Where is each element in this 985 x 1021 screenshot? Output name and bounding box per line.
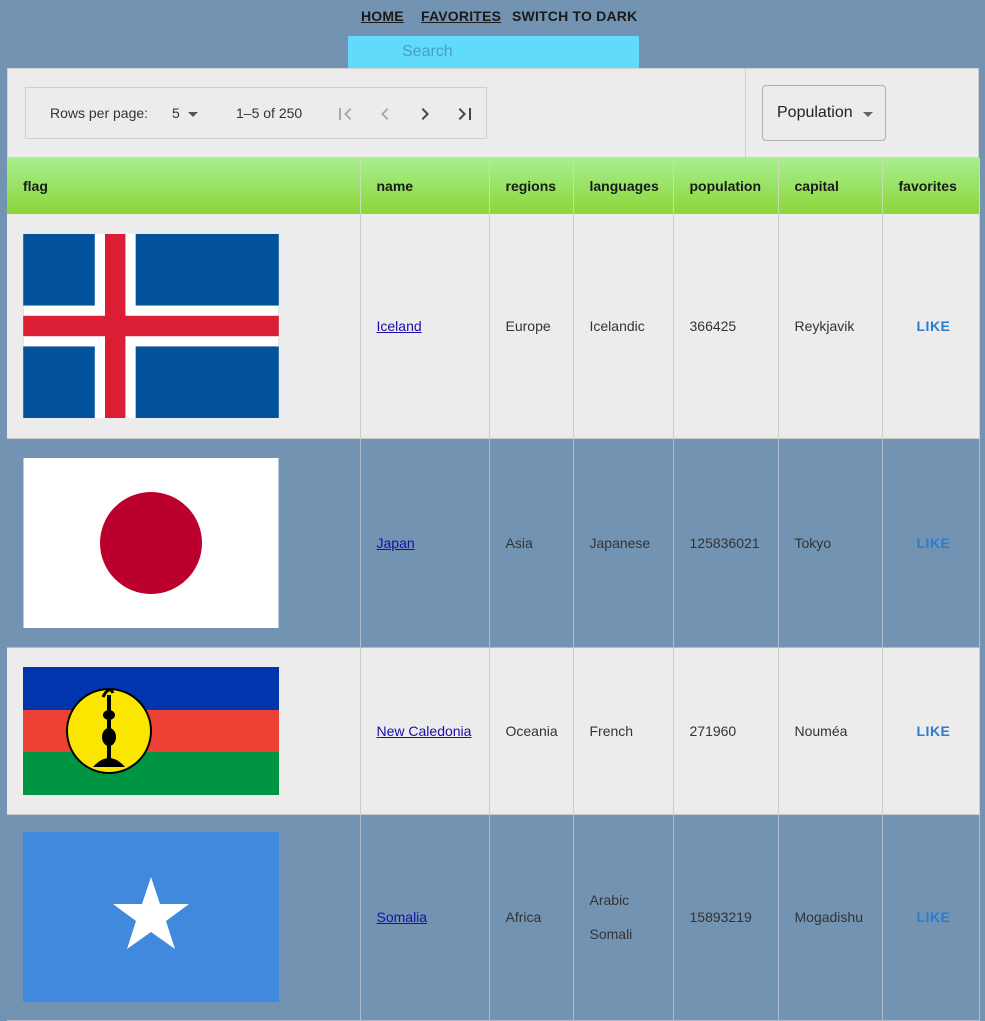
languages-cell: French [573,647,674,815]
toolbar-divider [745,69,746,157]
column-header-flag[interactable]: flag [7,158,361,214]
table-row: Iceland Europe Icelandic 366425 Reykjavi… [7,214,980,439]
new-caledonia-flag-icon [23,666,279,795]
population-cell: 15893219 [673,814,779,1021]
chevron-down-icon [863,112,873,117]
first-page-icon[interactable] [333,102,357,126]
japan-flag-icon [23,457,279,628]
iceland-flag-icon [23,233,279,418]
capital-cell: Nouméa [778,647,883,815]
table-row: Somalia Africa Arabic Somali 15893219 Mo… [7,814,980,1021]
top-nav: HOME FAVORITES SWITCH TO DARK [0,8,985,26]
table-toolbar: Rows per page: 5 1–5 of 250 Population [7,68,979,158]
column-header-regions[interactable]: regions [489,158,574,214]
language-item: French [589,722,634,739]
sort-select[interactable]: Population [762,85,886,141]
sort-select-value: Population [777,104,853,121]
chevron-down-icon[interactable] [188,112,198,117]
home-link[interactable]: HOME [361,8,404,24]
next-page-icon[interactable] [413,102,437,126]
column-header-favorites[interactable]: favorites [882,158,980,214]
capital-cell: Tokyo [778,438,883,648]
flag-cell [7,438,361,648]
name-cell: Somalia [360,814,490,1021]
name-cell: New Caledonia [360,647,490,815]
column-header-population[interactable]: population [673,158,779,214]
somalia-flag-icon [23,832,279,1002]
language-item: Arabic [589,892,630,908]
languages-cell: Icelandic [573,214,674,439]
search-input[interactable] [348,36,639,68]
favorites-link[interactable]: FAVORITES [421,8,501,24]
languages-cell: Arabic Somali [573,814,674,1021]
like-button[interactable]: LIKE [882,438,980,648]
country-link[interactable]: Somalia [377,909,428,925]
language-item: Japanese [589,534,651,551]
column-header-capital[interactable]: capital [778,158,883,214]
countries-table: flag name regions languages population c… [7,158,980,1021]
flag-cell [7,814,361,1021]
region-cell: Europe [489,214,574,439]
column-header-languages[interactable]: languages [573,158,674,214]
name-cell: Iceland [360,214,490,439]
last-page-icon[interactable] [453,102,477,126]
population-cell: 125836021 [673,438,779,648]
region-cell: Asia [489,438,574,648]
name-cell: Japan [360,438,490,648]
population-cell: 366425 [673,214,779,439]
country-link[interactable]: Iceland [377,318,422,334]
country-link[interactable]: Japan [377,535,415,551]
like-button[interactable]: LIKE [882,647,980,815]
rows-per-page-label: Rows per page: [50,105,149,121]
page-range: 1–5 of 250 [236,105,303,121]
country-link[interactable]: New Caledonia [377,723,472,739]
previous-page-icon[interactable] [373,102,397,126]
language-item: Somali [589,926,633,942]
language-item: Icelandic [589,317,645,334]
column-header-name[interactable]: name [360,158,490,214]
table-row: New Caledonia Oceania French 271960 Noum… [7,647,980,815]
table-header-row: flag name regions languages population c… [7,158,980,214]
like-button[interactable]: LIKE [882,214,980,439]
theme-toggle-button[interactable]: SWITCH TO DARK [512,8,637,24]
like-button[interactable]: LIKE [882,814,980,1021]
flag-cell [7,647,361,815]
table-row: Japan Asia Japanese 125836021 Tokyo LIKE [7,438,980,648]
capital-cell: Mogadishu [778,814,883,1021]
capital-cell: Reykjavik [778,214,883,439]
pagination: Rows per page: 5 1–5 of 250 [25,87,487,139]
population-cell: 271960 [673,647,779,815]
rows-per-page-select[interactable]: 5 [172,105,180,121]
region-cell: Oceania [489,647,574,815]
region-cell: Africa [489,814,574,1021]
languages-cell: Japanese [573,438,674,648]
flag-cell [7,214,361,439]
